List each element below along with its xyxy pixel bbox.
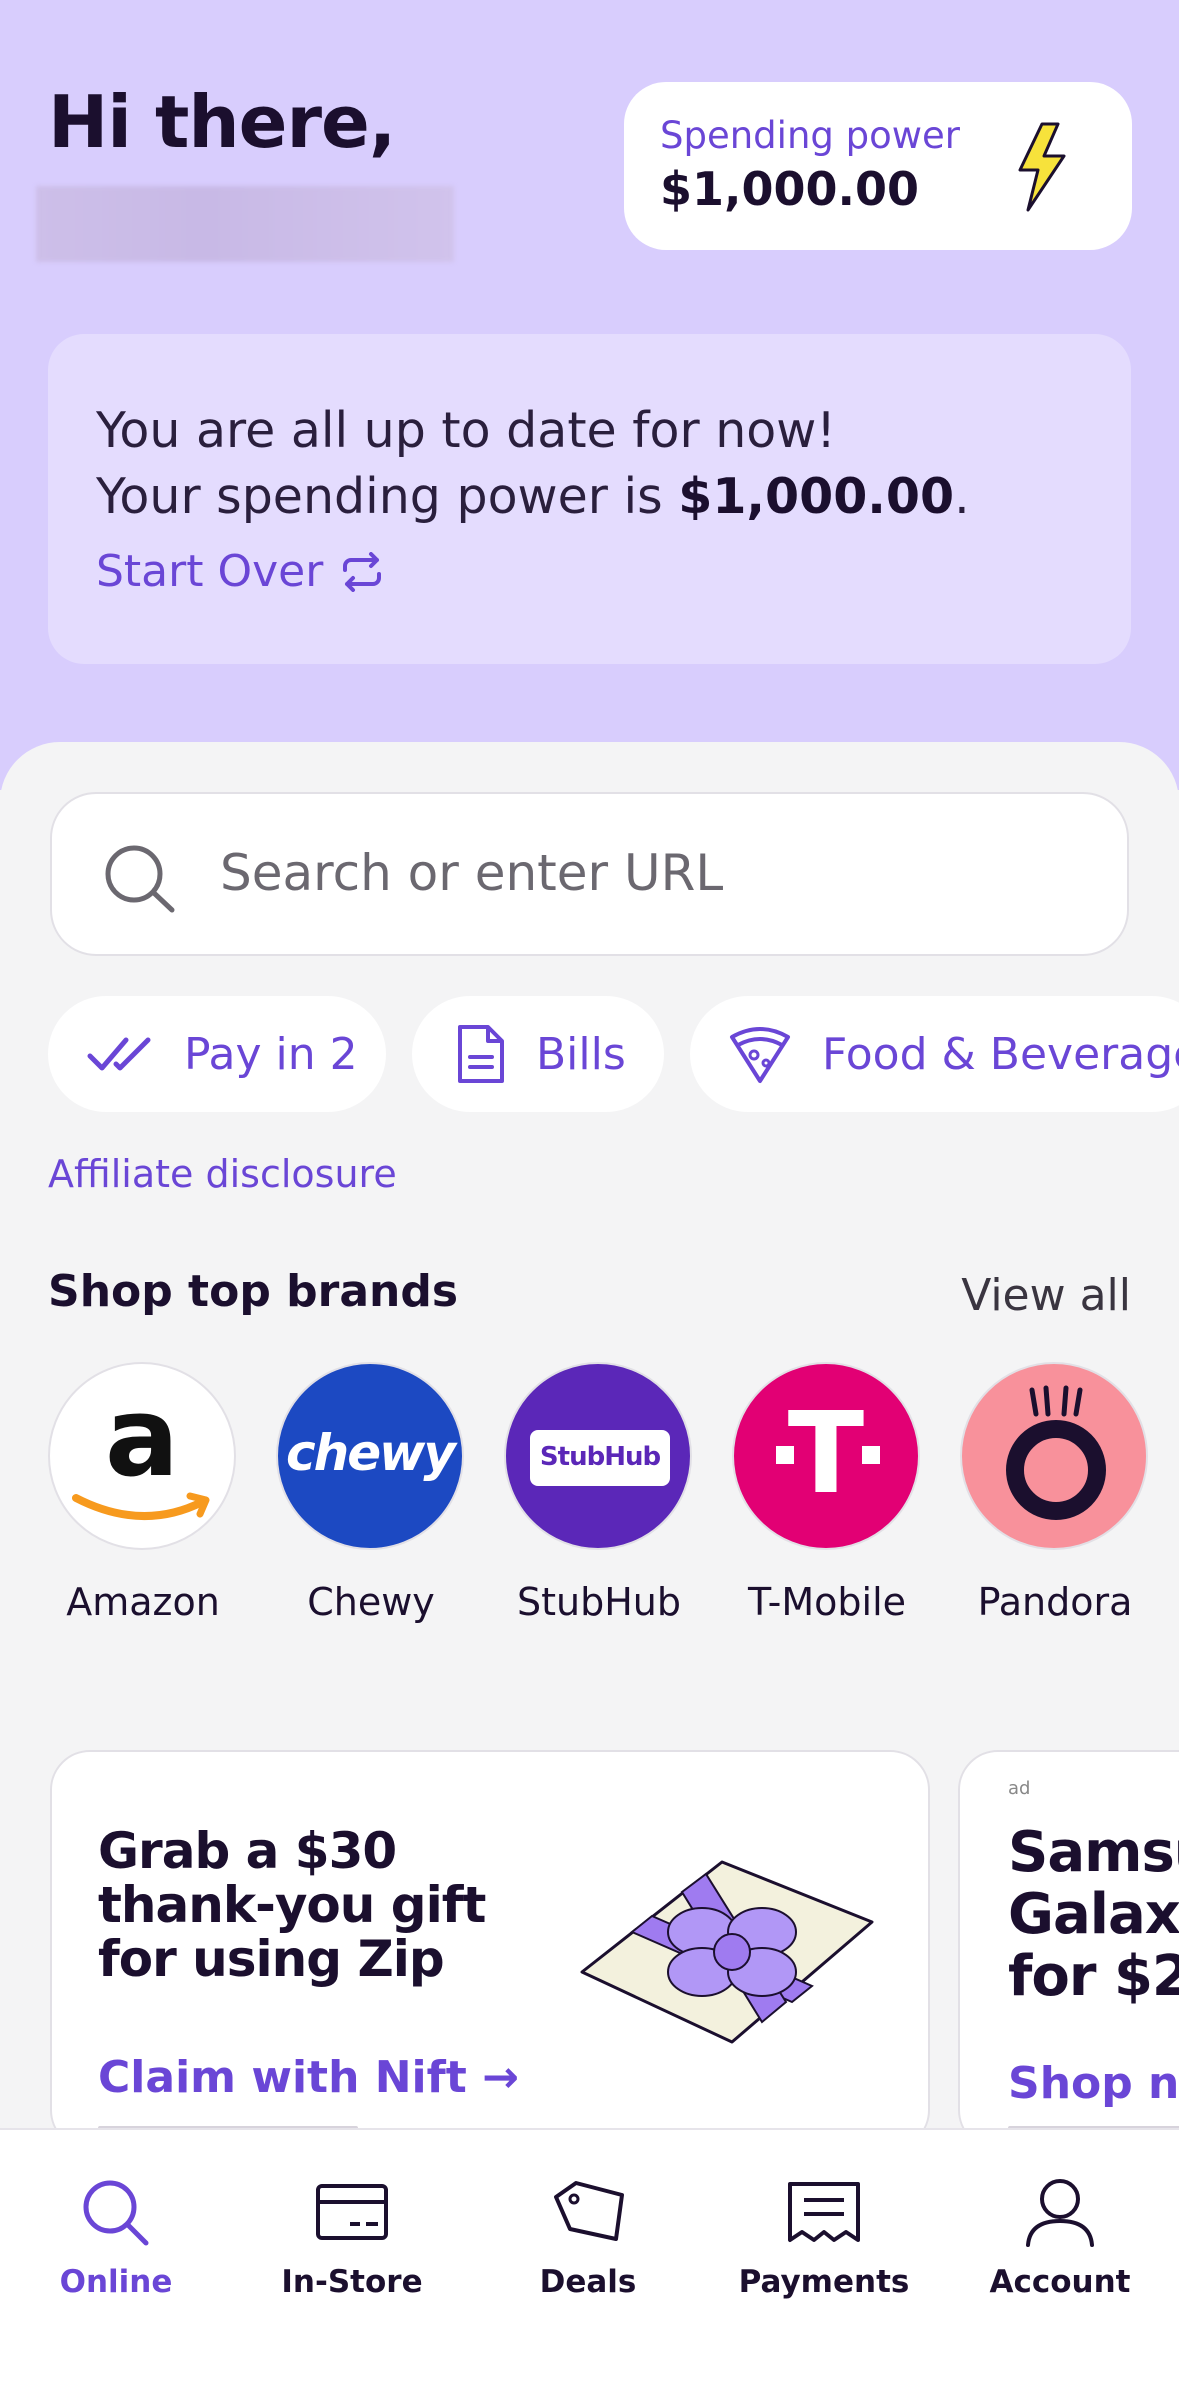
promo-card-samsung[interactable]: ad Samsung Galaxy for $2 Shop now — [958, 1750, 1179, 2150]
chewy-logo: chewy — [276, 1362, 464, 1550]
chip-label: Bills — [536, 1028, 626, 1080]
card-reader-icon — [316, 2184, 388, 2240]
spending-power-value: $1,000.00 — [660, 162, 919, 216]
pandora-ring — [1006, 1420, 1106, 1520]
view-all-link[interactable]: View all — [961, 1270, 1131, 1321]
status-line-2: Your spending power is $1,000.00. — [96, 468, 970, 525]
receipt-icon — [788, 2182, 860, 2242]
tab-label: Payments — [738, 2264, 910, 2300]
tab-account[interactable]: Account — [960, 2174, 1160, 2300]
search-icon — [83, 2180, 149, 2246]
t-mobile-logo-letter: T — [787, 1389, 865, 1519]
search-input[interactable]: Search or enter URL — [50, 792, 1129, 956]
t-mobile-dot-right — [862, 1446, 880, 1464]
brand-amazon[interactable]: a Amazon — [48, 1362, 238, 1624]
spending-power-label: Spending power — [660, 114, 961, 157]
affiliate-disclosure-link[interactable]: Affiliate disclosure — [48, 1152, 397, 1196]
start-over-label: Start Over — [96, 546, 324, 597]
brand-stubhub[interactable]: StubHub StubHub — [504, 1362, 694, 1624]
chip-food-beverage[interactable]: Food & Beverage — [690, 996, 1179, 1112]
user-icon — [1026, 2179, 1094, 2247]
stubhub-logo: StubHub — [504, 1362, 692, 1550]
tab-label: Account — [989, 2264, 1131, 2300]
brand-name: Chewy — [307, 1580, 435, 1624]
greeting-text: Hi there, — [48, 80, 396, 164]
status-line-1: You are all up to date for now! — [96, 402, 836, 459]
status-line-2-prefix: Your spending power is — [96, 468, 679, 525]
promo-headline: Grab a $30 thank-you gift for using Zip — [98, 1822, 486, 1988]
lightning-bolt-icon — [1018, 122, 1066, 212]
pandora-logo — [960, 1362, 1148, 1550]
brand-pandora[interactable]: Pandora — [960, 1362, 1150, 1624]
gift-card-illustration — [580, 1860, 874, 2044]
brand-chewy[interactable]: chewy Chewy — [276, 1362, 466, 1624]
t-mobile-dot-left — [776, 1446, 794, 1464]
stubhub-logo-text: StubHub — [539, 1442, 661, 1472]
chip-pay-in-2[interactable]: Pay in 2 — [48, 996, 386, 1112]
amazon-logo: a — [48, 1362, 236, 1550]
tab-payments[interactable]: Payments — [724, 2174, 924, 2300]
ad-tag: ad — [1008, 1778, 1031, 1799]
tab-label: Online — [59, 2264, 173, 2300]
chip-label: Food & Beverage — [822, 1028, 1179, 1080]
promo-card-nift[interactable]: Grab a $30 thank-you gift for using Zip … — [50, 1750, 930, 2150]
amazon-logo-glyph: a — [104, 1373, 180, 1501]
pandora-crown-icon — [1029, 1385, 1083, 1417]
tab-in-store[interactable]: In-Store — [252, 2174, 452, 2300]
status-line-2-suffix: . — [954, 468, 970, 525]
tab-online[interactable]: Online — [16, 2174, 216, 2300]
tab-deals[interactable]: Deals — [488, 2174, 688, 2300]
brand-name: StubHub — [516, 1580, 681, 1624]
chip-bills[interactable]: Bills — [412, 996, 664, 1112]
amazon-smile-icon — [72, 1492, 210, 1520]
document-icon — [458, 1025, 504, 1083]
pizza-icon — [730, 1027, 790, 1083]
promo-headline: Samsung Galaxy for $2 — [1008, 1820, 1179, 2009]
start-over-link[interactable]: Start Over — [96, 546, 385, 597]
repeat-icon — [343, 551, 382, 592]
search-icon — [105, 845, 175, 913]
section-title: Shop top brands — [48, 1266, 459, 1317]
bottom-tab-bar: Online In-Store Deals Payments Account — [0, 2128, 1179, 2396]
search-placeholder: Search or enter URL — [220, 844, 724, 902]
brand-name: Amazon — [66, 1580, 220, 1624]
status-card: You are all up to date for now! Your spe… — [48, 334, 1131, 664]
brand-name: Pandora — [977, 1580, 1133, 1624]
user-name-redacted — [36, 186, 454, 262]
tag-icon — [554, 2181, 624, 2241]
status-spending-amount: $1,000.00 — [678, 468, 955, 525]
tab-label: Deals — [539, 2264, 637, 2300]
brand-name: T-Mobile — [747, 1580, 907, 1624]
tab-label: In-Store — [281, 2264, 423, 2300]
promo-cta-link[interactable]: Claim with Nift → — [98, 2052, 519, 2103]
t-mobile-logo: T — [732, 1362, 920, 1550]
brand-t-mobile[interactable]: T T-Mobile — [732, 1362, 922, 1624]
chewy-logo-text: chewy — [286, 1424, 456, 1482]
double-check-icon — [87, 1037, 151, 1071]
spending-power-card[interactable]: Spending power $1,000.00 — [624, 82, 1132, 250]
chip-label: Pay in 2 — [184, 1028, 358, 1080]
promo-cta-link[interactable]: Shop now — [1008, 2058, 1179, 2109]
